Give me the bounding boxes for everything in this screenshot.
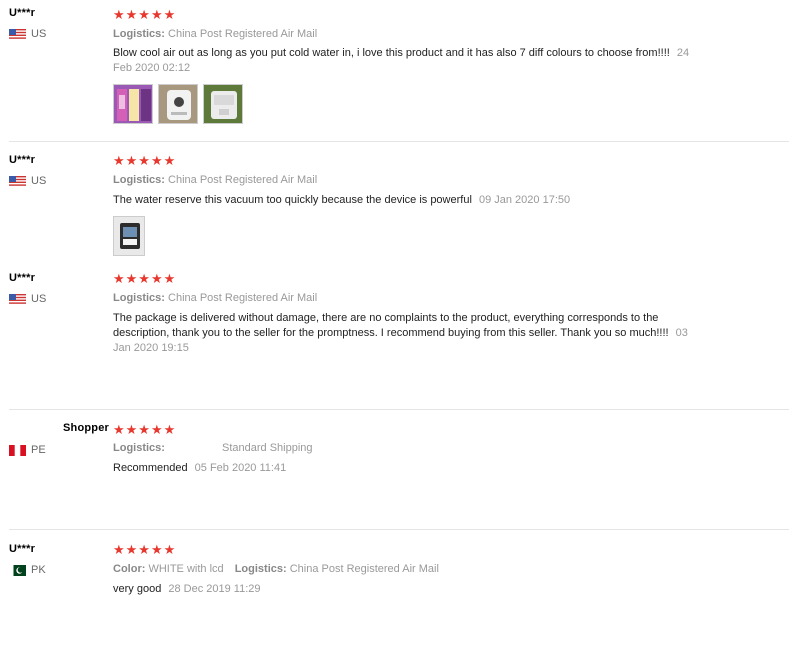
- country-code: US: [31, 175, 47, 187]
- color-label: Color:: [113, 563, 146, 575]
- review-divider: [9, 529, 789, 530]
- reviewer-name: U***r: [9, 7, 36, 19]
- star-rating: ★★★★★: [113, 542, 177, 557]
- logistics-info: Logistics: China Post Registered Air Mai…: [113, 292, 317, 304]
- logistics-label: Logistics:: [113, 442, 165, 454]
- logistics-value: China Post Registered Air Mail: [289, 563, 439, 575]
- pk-flag-icon: [9, 564, 26, 576]
- review-text: The package is delivered without damage,…: [113, 311, 703, 356]
- star-rating: ★★★★★: [113, 271, 177, 286]
- logistics-label: Logistics:: [113, 28, 165, 40]
- logistics-value: Standard Shipping: [222, 442, 313, 454]
- logistics-info: Logistics: Standard Shipping: [113, 442, 313, 454]
- review-text: Recommended 05 Feb 2020 11:41: [113, 461, 703, 476]
- country-code: PK: [31, 564, 46, 576]
- country-code: US: [31, 293, 47, 305]
- review-divider: [9, 409, 789, 410]
- pe-flag-icon: [9, 444, 26, 456]
- review-body: The water reserve this vacuum too quickl…: [113, 194, 472, 206]
- reviewer-name: U***r: [9, 154, 36, 166]
- star-rating: ★★★★★: [113, 153, 177, 168]
- review-date: 28 Dec 2019 11:29: [168, 583, 261, 595]
- review-photos: [113, 216, 145, 256]
- logistics-info: Logistics: China Post Registered Air Mai…: [113, 174, 317, 186]
- sku-and-logistics-info: Color: WHITE with lcd Logistics: China P…: [113, 563, 439, 575]
- review-body: Blow cool air out as long as you put col…: [113, 47, 670, 59]
- review-text: very good 28 Dec 2019 11:29: [113, 582, 703, 597]
- logistics-value: China Post Registered Air Mail: [168, 292, 318, 304]
- review-date: 05 Feb 2020 11:41: [194, 462, 287, 474]
- review-photo-thumbnail[interactable]: [158, 84, 198, 124]
- us-flag-icon: [9, 293, 26, 305]
- star-rating: ★★★★★: [113, 7, 177, 22]
- reviewer-country: PE: [9, 444, 46, 456]
- review-photos: [113, 84, 243, 124]
- logistics-label: Logistics:: [113, 174, 165, 186]
- logistics-value: China Post Registered Air Mail: [168, 174, 318, 186]
- review-text: The water reserve this vacuum too quickl…: [113, 193, 703, 208]
- reviewer-country: PK: [9, 564, 46, 576]
- logistics-info: Logistics: China Post Registered Air Mai…: [113, 28, 317, 40]
- star-rating: ★★★★★: [113, 422, 177, 437]
- review-photo-thumbnail[interactable]: [113, 84, 153, 124]
- review-photo-thumbnail[interactable]: [113, 216, 145, 256]
- review-text: Blow cool air out as long as you put col…: [113, 46, 703, 76]
- review-body: The package is delivered without damage,…: [113, 312, 669, 339]
- reviewer-name: Shopper: [63, 422, 110, 434]
- us-flag-icon: [9, 175, 26, 187]
- review-body: very good: [113, 583, 162, 595]
- reviewer-country: US: [9, 175, 46, 187]
- review-date: 09 Jan 2020 17:50: [478, 194, 571, 206]
- reviewer-country: US: [9, 28, 46, 40]
- country-code: PE: [31, 444, 46, 456]
- reviewer-name: U***r: [9, 543, 36, 555]
- logistics-label: Logistics:: [113, 292, 165, 304]
- us-flag-icon: [9, 28, 26, 40]
- review-body: Recommended: [113, 462, 188, 474]
- logistics-label: Logistics:: [234, 563, 287, 575]
- review-divider: [9, 141, 789, 142]
- country-code: US: [31, 28, 47, 40]
- color-value: WHITE with lcd: [148, 563, 224, 575]
- reviewer-country: US: [9, 293, 46, 305]
- review-photo-thumbnail[interactable]: [203, 84, 243, 124]
- logistics-value: China Post Registered Air Mail: [168, 28, 318, 40]
- reviewer-name: U***r: [9, 272, 36, 284]
